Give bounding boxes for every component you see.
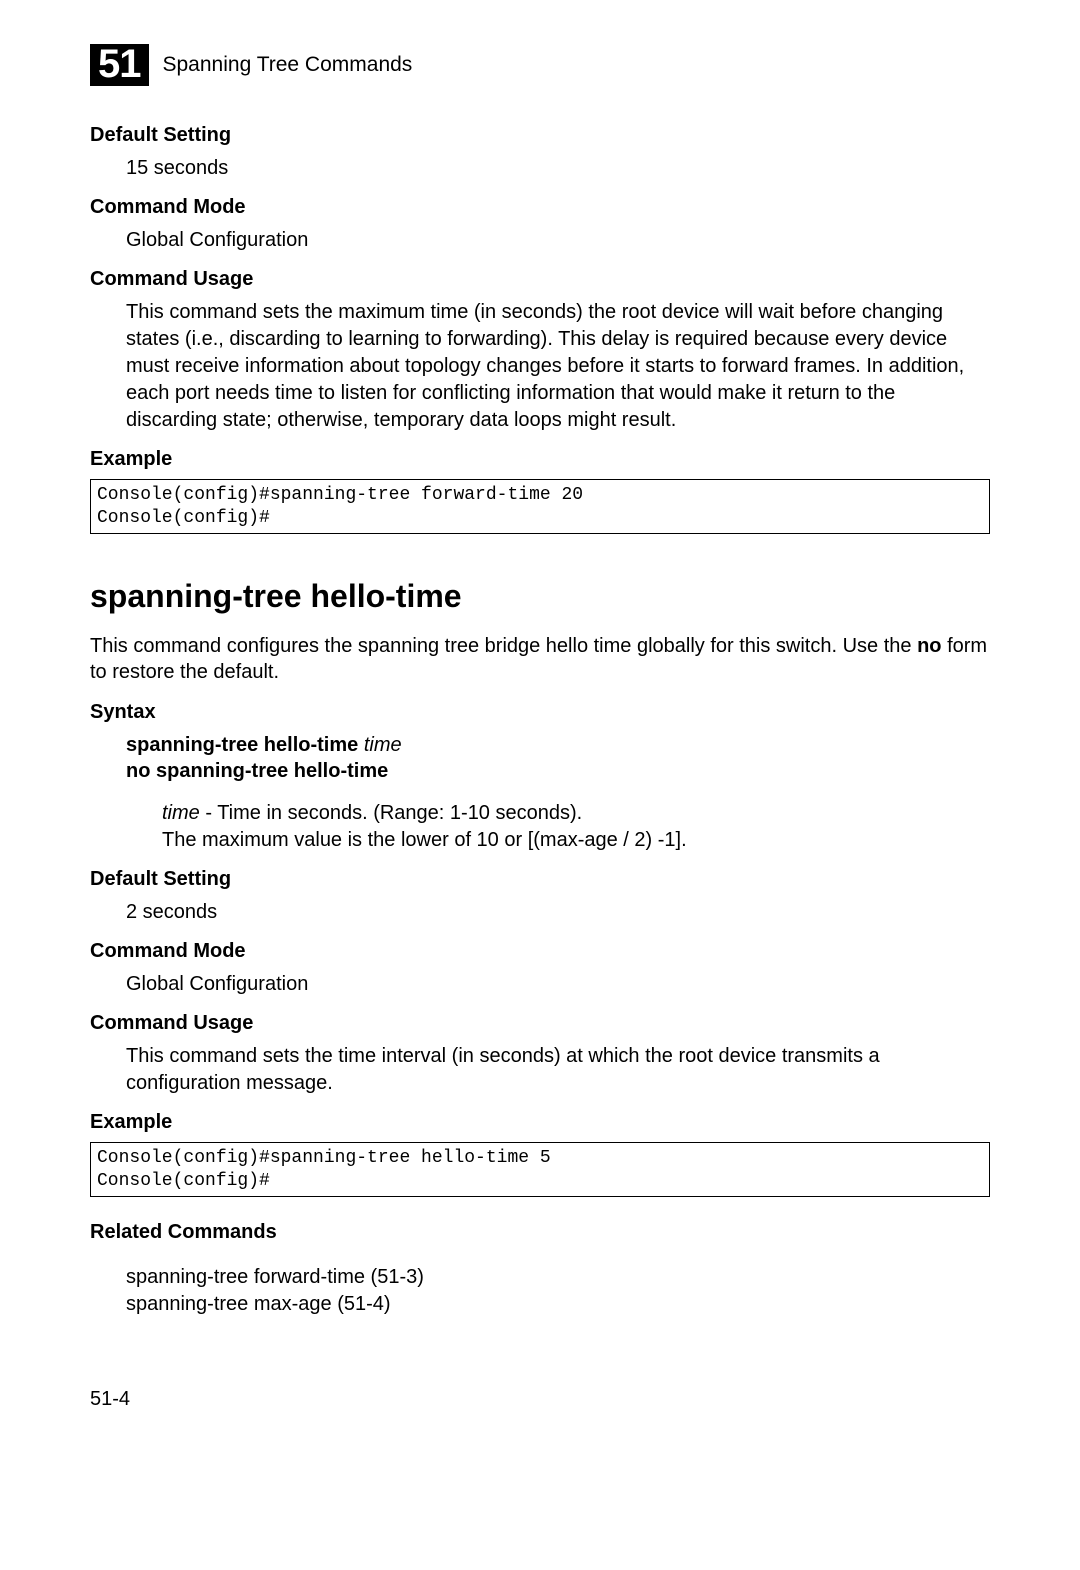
param-text2: The maximum value is the lower of 10 or … [162,829,687,851]
related-commands-heading: Related Commands [90,1221,990,1244]
example-heading: Example [90,448,990,471]
param-block: time - Time in seconds. (Range: 1-10 sec… [162,800,990,854]
default-setting-heading-2: Default Setting [90,868,990,891]
command-usage-heading: Command Usage [90,268,990,291]
param-italic: time [162,802,200,824]
example-code-block-2: Console(config)#spanning-tree hello-time… [90,1142,990,1197]
intro-text: This command configures the spanning tre… [90,633,990,685]
syntax-block: spanning-tree hello-time time no spannin… [126,732,990,784]
syntax-line1-italic: time [364,734,402,756]
syntax-heading: Syntax [90,701,990,724]
page-number: 51-4 [90,1388,990,1411]
intro-part1: This command configures the spanning tre… [90,635,917,657]
command-title: spanning-tree hello-time [90,578,990,615]
related-commands-block: spanning-tree forward-time (51-3) spanni… [126,1264,990,1318]
chapter-title: Spanning Tree Commands [163,53,413,77]
command-mode-value-2: Global Configuration [126,971,990,998]
default-setting-heading: Default Setting [90,124,990,147]
param-text1: - Time in seconds. (Range: 1-10 seconds)… [200,802,582,824]
command-mode-heading: Command Mode [90,196,990,219]
page: 51 Spanning Tree Commands Default Settin… [0,0,1080,1471]
syntax-line2-bold: no spanning-tree hello-time [126,760,388,782]
chapter-number-box: 51 [90,44,149,86]
intro-bold: no [917,635,941,657]
related-command-1: spanning-tree forward-time (51-3) [126,1266,424,1288]
syntax-line1-bold: spanning-tree hello-time [126,734,364,756]
command-mode-heading-2: Command Mode [90,940,990,963]
default-setting-value: 15 seconds [126,155,990,182]
related-command-2: spanning-tree max-age (51-4) [126,1293,391,1315]
example-code-block: Console(config)#spanning-tree forward-ti… [90,479,990,534]
command-usage-text-2: This command sets the time interval (in … [126,1043,990,1097]
command-mode-value: Global Configuration [126,227,990,254]
example-heading-2: Example [90,1111,990,1134]
default-setting-value-2: 2 seconds [126,899,990,926]
command-usage-heading-2: Command Usage [90,1012,990,1035]
command-usage-text: This command sets the maximum time (in s… [126,299,990,434]
page-header: 51 Spanning Tree Commands [90,44,990,86]
